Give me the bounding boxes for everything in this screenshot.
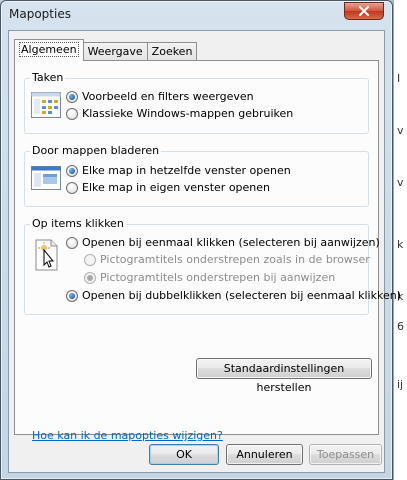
background-text: ij [397, 378, 404, 391]
background-text: 6 [397, 320, 404, 333]
option-label: Voorbeeld en filters weergeven [82, 90, 254, 103]
ok-button[interactable]: OK [149, 444, 219, 465]
group-taken: Taken Voorbeeld en filters weergeven Kla… [24, 71, 369, 134]
radio-button[interactable] [66, 289, 78, 302]
background-text: v [397, 124, 404, 137]
option-single-click[interactable]: Openen bij eenmaal klikken (selecteren b… [66, 236, 380, 249]
option-label: Elke map in hetzelfde venster openen [82, 164, 291, 177]
dialog-client-area: Algemeen Weergave Zoeken Taken Voorbeeld… [8, 30, 401, 473]
option-underline-hover[interactable]: Pictogramtitels onderstrepen bij aanwijz… [84, 271, 335, 284]
tab-label: Algemeen [19, 42, 79, 57]
radio-button[interactable] [66, 90, 78, 103]
tab-algemeen[interactable]: Algemeen [14, 39, 84, 61]
radio-button[interactable] [84, 271, 96, 284]
close-icon [359, 6, 369, 16]
group-click-items: Op items klikken Openen bij eenmaal klik… [24, 217, 401, 315]
background-text: I [397, 72, 401, 85]
background-window-strip: I v v k k 6 ij [393, 0, 407, 480]
background-text: v [397, 176, 404, 189]
click-pointer-icon [35, 239, 58, 271]
option-same-window[interactable]: Elke map in hetzelfde venster openen [66, 164, 291, 177]
title-bar[interactable]: Mapopties [1, 1, 392, 29]
tab-strip: Algemeen Weergave Zoeken [14, 39, 198, 61]
help-link[interactable]: Hoe kan ik de mapopties wijzigen? [32, 429, 223, 442]
radio-button[interactable] [66, 181, 78, 194]
radio-button[interactable] [66, 107, 78, 120]
option-label: Pictogramtitels onderstrepen bij aanwijz… [100, 271, 336, 284]
option-double-click[interactable]: Openen bij dubbelklikken (selecteren bij… [66, 289, 401, 302]
option-classic-folders[interactable]: Klassieke Windows-mappen gebruiken [66, 107, 293, 120]
group-title-taken: Taken [30, 71, 66, 85]
option-label: Openen bij dubbelklikken (selecteren bij… [82, 289, 401, 302]
window-title: Mapopties [9, 7, 71, 21]
option-label: Klassieke Windows-mappen gebruiken [82, 107, 294, 120]
option-show-preview[interactable]: Voorbeeld en filters weergeven [66, 90, 254, 103]
radio-button[interactable] [66, 164, 78, 177]
window-icon [31, 166, 61, 190]
tab-panel-algemeen: Taken Voorbeeld en filters weergeven Kla… [14, 60, 401, 442]
tab-weergave[interactable]: Weergave [82, 42, 148, 61]
folder-options-dialog: Mapopties Algemeen Weergave Zoeken Taken [0, 0, 401, 480]
option-own-window[interactable]: Elke map in eigen venster openen [66, 181, 270, 194]
tab-zoeken[interactable]: Zoeken [146, 42, 198, 61]
group-title-click: Op items klikken [30, 217, 126, 231]
cancel-button[interactable]: Annuleren [226, 444, 303, 465]
option-label: Openen bij eenmaal klikken (selecteren b… [82, 236, 380, 249]
close-button[interactable] [344, 2, 384, 20]
radio-button[interactable] [84, 253, 96, 266]
option-underline-browser[interactable]: Pictogramtitels onderstrepen zoals in de… [84, 253, 370, 266]
apply-button[interactable]: Toepassen [309, 444, 382, 465]
group-browse-folders: Door mappen bladeren Elke map in hetzelf… [24, 144, 369, 207]
option-label: Pictogramtitels onderstrepen zoals in de… [100, 253, 370, 266]
option-label: Elke map in eigen venster openen [82, 181, 271, 194]
folder-tasks-icon [31, 92, 61, 118]
group-title-browse: Door mappen bladeren [30, 144, 162, 158]
radio-button[interactable] [66, 236, 78, 249]
background-text: k [397, 238, 404, 251]
restore-defaults-button[interactable]: Standaardinstellingen herstellen [196, 358, 372, 394]
